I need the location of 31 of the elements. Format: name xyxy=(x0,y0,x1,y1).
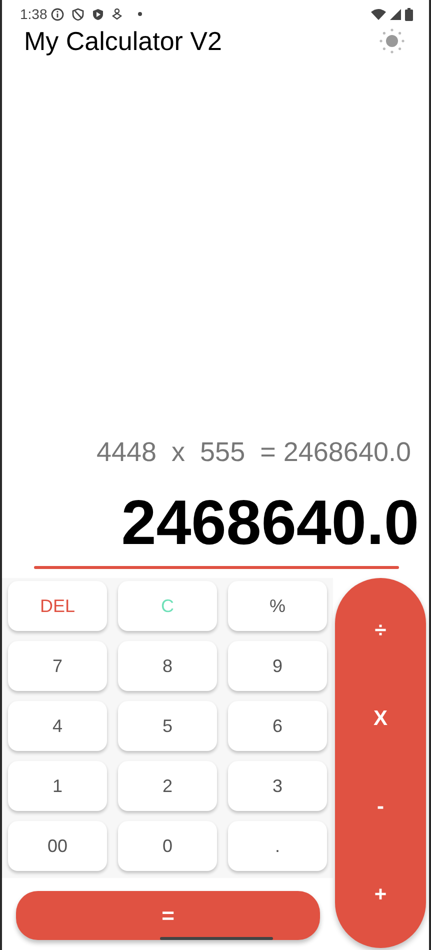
brightness-icon[interactable] xyxy=(379,28,405,54)
dot-icon xyxy=(138,12,142,16)
wifi-icon xyxy=(371,8,386,20)
equals-button[interactable]: = xyxy=(16,891,320,940)
key-button[interactable]: 7 xyxy=(8,641,107,691)
key-button[interactable]: 1 xyxy=(8,761,107,811)
app-title: My Calculator V2 xyxy=(23,28,222,54)
operator-button[interactable]: ÷ xyxy=(356,616,404,644)
shield-icon xyxy=(72,8,84,20)
key-button[interactable]: 9 xyxy=(228,641,327,691)
battery-icon xyxy=(405,8,413,20)
operator-button[interactable]: X xyxy=(355,704,406,732)
key-button[interactable]: DEL xyxy=(8,581,107,631)
result-text: 2468640.0 xyxy=(120,488,420,558)
key-button[interactable]: 4 xyxy=(8,701,107,751)
key-button[interactable]: 2 xyxy=(118,761,217,811)
operator-button[interactable]: - xyxy=(359,792,402,820)
key-button[interactable]: 8 xyxy=(118,641,217,691)
key-button[interactable]: 5 xyxy=(118,701,217,751)
info-icon xyxy=(51,8,64,20)
expression-text: 4448 x 555 = 2468640.0 xyxy=(95,436,412,470)
status-time: 1:38 xyxy=(20,4,48,24)
key-button[interactable]: 3 xyxy=(228,761,327,811)
key-button[interactable]: 0 xyxy=(118,821,217,871)
signal-icon xyxy=(390,8,401,20)
operator-button[interactable]: + xyxy=(356,880,405,908)
key-button[interactable]: 6 xyxy=(228,701,327,751)
key-button[interactable]: % xyxy=(228,581,327,631)
key-button[interactable]: . xyxy=(228,821,327,871)
key-button[interactable]: 00 xyxy=(8,821,107,871)
shield-play-icon xyxy=(92,8,104,20)
